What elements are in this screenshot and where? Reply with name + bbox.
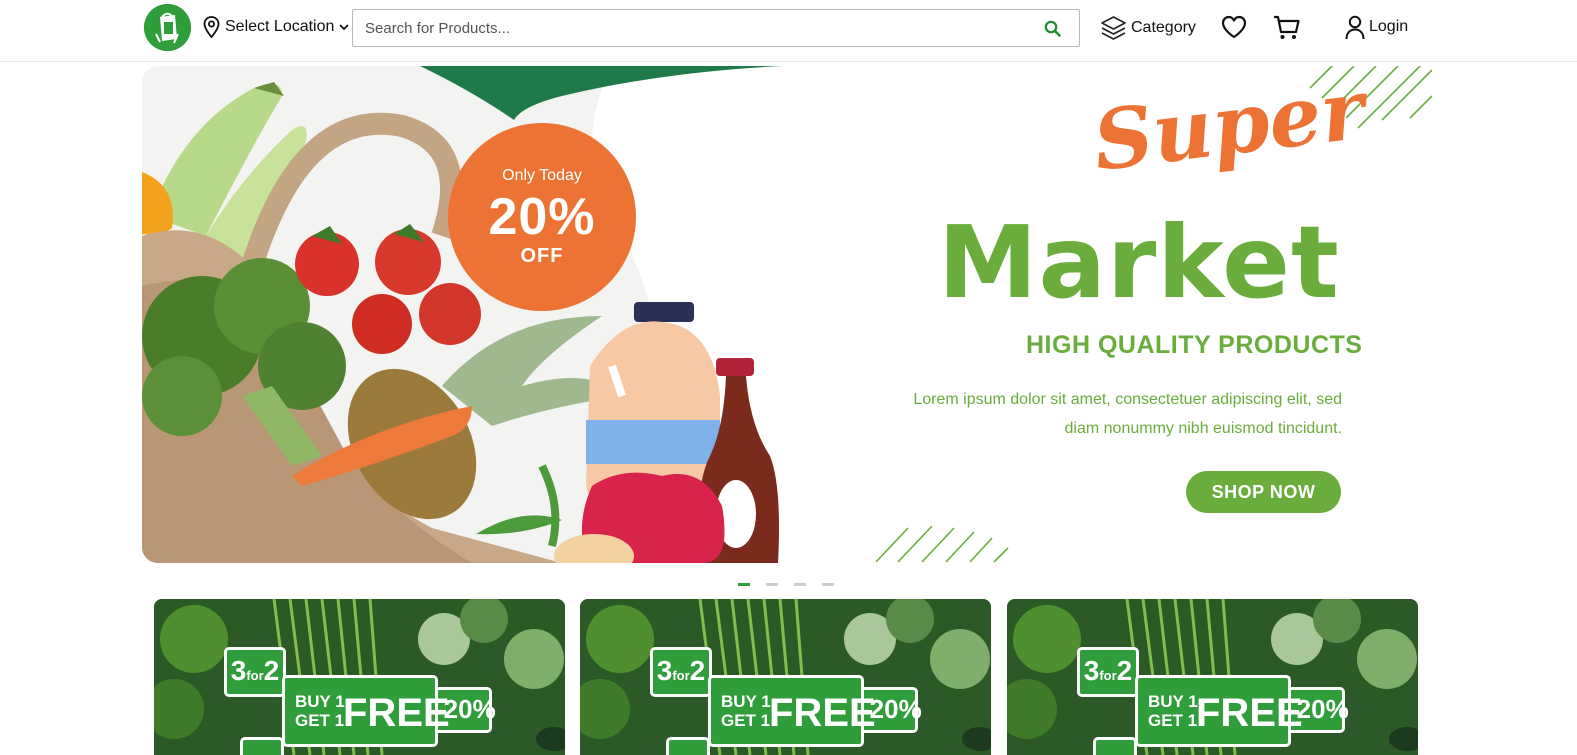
hero-banner[interactable]: Only Today 20% OFF Super Market HIGH QUA…	[142, 66, 1432, 563]
offer-badge: Only Today 20% OFF	[448, 123, 636, 311]
small-badge	[666, 737, 710, 755]
hero-description: Lorem ipsum dolor sit amet, consectetuer…	[913, 391, 1342, 437]
cart-icon[interactable]	[1273, 14, 1300, 41]
location-pin-icon	[203, 16, 220, 38]
select-location-button[interactable]: Select Location	[203, 14, 350, 40]
three-for-two-badge: 3for2	[224, 647, 286, 697]
login-label: Login	[1369, 18, 1409, 35]
carousel-indicators	[738, 583, 834, 586]
chevron-down-icon	[339, 23, 350, 31]
login-button[interactable]: Login	[1344, 13, 1408, 41]
search-bar	[352, 9, 1080, 47]
buy-one-get-one-badge: BUY 1 GET 1 FREE	[1135, 675, 1303, 747]
promo-card-2[interactable]: 3for2 -20% BUY 1 GET 1 FREE	[580, 599, 991, 755]
carousel-dot-3[interactable]	[794, 583, 806, 586]
search-input[interactable]	[353, 10, 1033, 46]
small-badge	[240, 737, 284, 755]
carousel-dot-1[interactable]	[738, 583, 750, 586]
offer-top-text: Only Today	[502, 167, 582, 184]
search-icon[interactable]	[1044, 20, 1061, 37]
user-icon	[1345, 15, 1365, 40]
location-label: Select Location	[225, 18, 335, 35]
shop-now-button[interactable]: SHOP NOW	[1186, 471, 1341, 513]
carousel-dot-2[interactable]	[766, 583, 778, 586]
hero-subtitle: HIGH QUALITY PRODUCTS	[1026, 331, 1363, 359]
hero-main-title: Market	[938, 204, 1340, 321]
buy-one-get-one-badge: BUY 1 GET 1 FREE	[708, 675, 876, 747]
top-navbar: Select Location Category Login	[0, 0, 1577, 62]
three-for-two-badge: 3for2	[1077, 647, 1139, 697]
heart-icon[interactable]	[1221, 15, 1247, 39]
logo-icon[interactable]	[144, 4, 191, 51]
promo-card-1[interactable]: 3for2 -20% BUY 1 GET 1 FREE	[154, 599, 565, 755]
three-for-two-badge: 3for2	[650, 647, 712, 697]
offer-bottom-text: OFF	[520, 245, 564, 267]
category-button[interactable]: Category	[1100, 14, 1196, 42]
small-badge	[1093, 737, 1137, 755]
category-label: Category	[1131, 19, 1196, 36]
carousel-dot-4[interactable]	[822, 583, 834, 586]
layers-icon	[1101, 16, 1126, 40]
offer-value: 20%	[488, 188, 596, 246]
promo-card-3[interactable]: 3for2 -20% BUY 1 GET 1 FREE	[1007, 599, 1418, 755]
buy-one-get-one-badge: BUY 1 GET 1 FREE	[282, 675, 450, 747]
